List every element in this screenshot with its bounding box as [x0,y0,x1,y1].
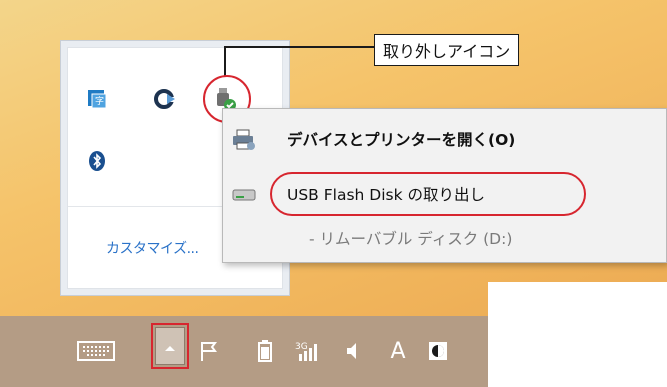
callout-leader-line-vertical [224,46,226,76]
keyboard-icon[interactable] [76,340,116,362]
svg-text:3G: 3G [295,342,308,352]
menu-item-label: デバイスとプリンターを開く(O) [287,131,516,149]
ime-language-icon[interactable] [427,340,449,362]
menu-item-removable-disk: - リムーバブル ディスク (D:) [223,221,666,255]
volume-icon[interactable] [343,340,361,362]
svg-text:字: 字 [95,95,104,107]
menu-item-label: - リムーバブル ディスク (D:) [309,230,513,248]
desktop-background-white-area [488,282,667,387]
callout-label: 取り外しアイコン [374,34,520,66]
taskbar [0,316,488,387]
action-center-flag-icon[interactable] [198,340,220,362]
battery-icon[interactable] [256,340,274,362]
callout-leader-line [224,46,374,48]
customize-link[interactable]: カスタマイズ... [106,238,232,258]
eject-item-highlight-circle [270,172,586,216]
input-method-icon[interactable]: 字 [84,86,110,112]
ime-mode-icon[interactable]: A [387,338,409,364]
chevron-up-icon [164,337,176,356]
usb-drive-icon [231,184,257,204]
sync-app-icon[interactable] [152,86,178,112]
menu-item-open-devices-printers[interactable]: デバイスとプリンターを開く(O) [223,122,666,156]
printer-icon [231,129,257,150]
ime-mode-label: A [390,338,406,364]
bluetooth-icon[interactable] [84,148,110,174]
show-hidden-icons-button[interactable] [155,327,185,365]
signal-icon[interactable]: 3G [294,340,324,362]
